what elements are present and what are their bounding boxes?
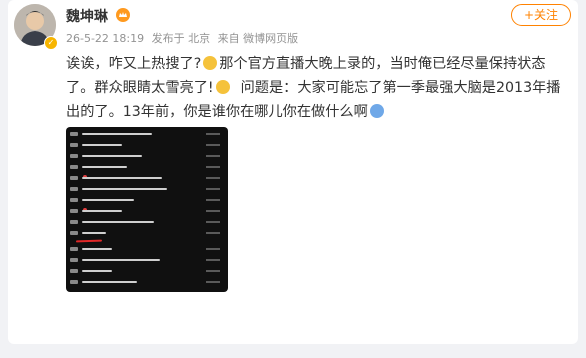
weibo-post-card: ✓ 魏坤琳 26-5-22 18:19 发布于 北京 来自 微博网页版 +关注 … (8, 0, 578, 344)
post-source: 来自 微博网页版 (217, 32, 299, 45)
user-name[interactable]: 魏坤琳 (66, 6, 108, 26)
cool-emoji-icon (369, 104, 384, 118)
post-text: 诶诶，咋又上热搜了? 那个官方直播大晚上录的，当时俺已经尽量保持状态了。群众眼睛太… (66, 52, 571, 124)
laugh-emoji-icon (203, 56, 218, 70)
post-location: 发布于 北京 (151, 32, 211, 45)
verified-badge-icon: ✓ (44, 36, 58, 50)
cry-emoji-icon (215, 80, 230, 94)
image-rows-graphic (82, 133, 220, 283)
post-text-part1: 诶诶，咋又上热搜了? (66, 56, 202, 72)
post-meta: 26-5-22 18:19 发布于 北京 来自 微博网页版 (66, 30, 302, 46)
post-image[interactable] (66, 127, 228, 292)
follow-button[interactable]: +关注 (511, 4, 571, 26)
crown-icon (116, 8, 130, 22)
post-date[interactable]: 26-5-22 18:19 (66, 32, 144, 45)
